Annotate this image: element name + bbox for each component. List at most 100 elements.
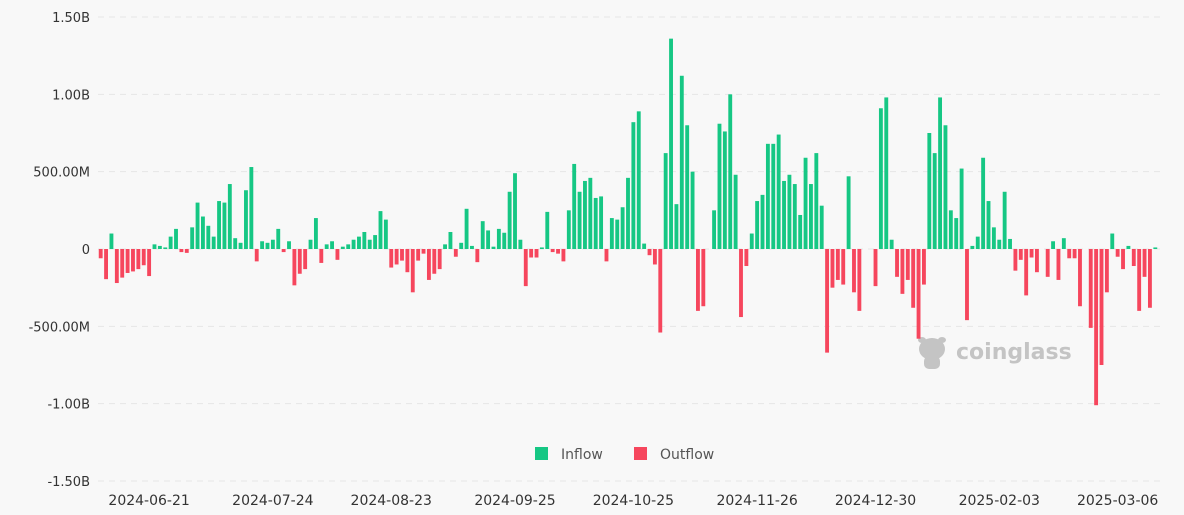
outflow-bar[interactable] [604,249,609,262]
inflow-bar[interactable] [222,202,227,249]
inflow-bar[interactable] [496,228,501,249]
outflow-bar[interactable] [561,249,566,262]
inflow-bar[interactable] [787,174,792,249]
outflow-bar[interactable] [405,249,410,273]
outflow-bar[interactable] [1024,249,1029,296]
inflow-bar[interactable] [539,247,544,249]
outflow-bar[interactable] [1078,249,1082,307]
outflow-bar[interactable] [696,249,700,311]
outflow-bar[interactable] [965,249,969,321]
outflow-bar[interactable] [394,249,399,265]
inflow-bar[interactable] [308,239,313,249]
outflow-bar[interactable] [475,249,480,263]
outflow-bar[interactable] [1018,249,1023,260]
inflow-bar[interactable] [330,241,334,249]
outflow-bar[interactable] [905,249,910,280]
inflow-bar[interactable] [583,180,587,249]
outflow-bar[interactable] [131,249,135,272]
inflow-bar[interactable] [109,233,114,249]
inflow-bar[interactable] [927,133,932,249]
inflow-bar[interactable] [765,143,770,249]
outflow-bar[interactable] [410,249,415,293]
outflow-bar[interactable] [830,249,835,288]
outflow-bar[interactable] [1121,249,1125,270]
inflow-bar[interactable] [609,218,614,249]
inflow-bar[interactable] [631,122,636,249]
outflow-bar[interactable] [1035,249,1039,273]
outflow-bar[interactable] [739,249,743,318]
inflow-bar[interactable] [1008,238,1012,249]
inflow-bar[interactable] [776,134,781,249]
outflow-bar[interactable] [1099,249,1104,365]
inflow-bar[interactable] [674,204,679,249]
inflow-bar[interactable] [1002,191,1007,249]
inflow-bar[interactable] [959,168,964,249]
inflow-bar[interactable] [722,131,727,249]
outflow-bar[interactable] [335,249,340,260]
inflow-bar[interactable] [244,190,248,249]
outflow-bar[interactable] [534,249,539,258]
outflow-bar[interactable] [852,249,856,293]
outflow-bar[interactable] [1045,249,1050,277]
inflow-bar[interactable] [480,221,485,249]
inflow-bar[interactable] [760,194,765,249]
inflow-bar[interactable] [620,207,625,249]
inflow-bar[interactable] [373,235,378,249]
inflow-bar[interactable] [1051,241,1056,249]
inflow-bar[interactable] [545,211,550,249]
inflow-bar[interactable] [1110,233,1115,249]
inflow-bar[interactable] [249,167,254,249]
outflow-bar[interactable] [652,249,657,265]
inflow-bar[interactable] [206,225,211,249]
inflow-bar[interactable] [588,177,593,249]
inflow-bar[interactable] [378,211,383,249]
outflow-bar[interactable] [98,249,103,259]
inflow-bar[interactable] [227,184,232,249]
inflow-bar[interactable] [276,228,281,249]
outflow-bar[interactable] [1088,249,1093,328]
inflow-bar[interactable] [152,244,157,249]
inflow-bar[interactable] [846,176,851,249]
inflow-bar[interactable] [383,219,388,249]
inflow-bar[interactable] [1126,245,1131,249]
outflow-bar[interactable] [297,249,302,274]
outflow-bar[interactable] [125,249,130,273]
inflow-bar[interactable] [502,232,507,249]
outflow-bar[interactable] [147,249,152,277]
inflow-bar[interactable] [287,241,291,249]
outflow-bar[interactable] [179,249,184,253]
outflow-bar[interactable] [1072,249,1077,259]
inflow-bar[interactable] [884,97,889,250]
outflow-bar[interactable] [701,249,706,307]
inflow-bar[interactable] [443,244,447,249]
inflow-bar[interactable] [782,180,786,249]
inflow-bar[interactable] [572,163,577,249]
outflow-bar[interactable] [1094,249,1099,406]
inflow-bar[interactable] [260,241,265,249]
outflow-bar[interactable] [873,249,878,287]
inflow-bar[interactable] [755,201,760,249]
inflow-bar[interactable] [518,239,523,249]
inflow-bar[interactable] [997,239,1002,249]
legend-item-outflow[interactable]: Outflow [634,447,714,463]
outflow-bar[interactable] [647,249,652,256]
outflow-bar[interactable] [421,249,426,254]
inflow-bar[interactable] [577,191,582,249]
inflow-bar[interactable] [803,157,808,249]
inflow-bar[interactable] [690,171,695,249]
inflow-bar[interactable] [346,244,351,249]
inflow-bar[interactable] [211,236,216,249]
outflow-bar[interactable] [825,249,830,353]
inflow-bar[interactable] [157,245,162,249]
inflow-bar[interactable] [340,246,345,249]
inflow-bar[interactable] [195,202,200,249]
outflow-bar[interactable] [1147,249,1152,308]
inflow-bar[interactable] [685,125,690,249]
inflow-bar[interactable] [642,243,647,249]
outflow-bar[interactable] [400,249,404,261]
inflow-bar[interactable] [932,153,937,249]
outflow-bar[interactable] [426,249,431,280]
outflow-bar[interactable] [523,249,528,287]
inflow-bar[interactable] [938,97,943,250]
outflow-bar[interactable] [104,249,108,280]
